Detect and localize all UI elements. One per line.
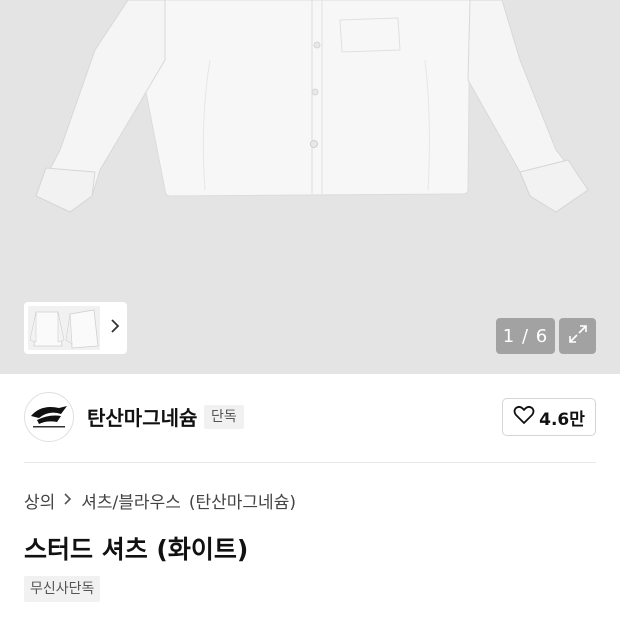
breadcrumb: 상의 셔츠/블라우스 (탄산마그네슘) — [24, 488, 296, 513]
brand-logo-mark — [31, 406, 67, 428]
thumbnail-image[interactable] — [28, 306, 100, 350]
thumbnail-shirt-photo — [29, 309, 99, 349]
like-count: 4.6만 — [539, 409, 585, 430]
chevron-right-icon — [63, 491, 73, 511]
product-image-gallery[interactable]: 1 / 6 — [0, 0, 620, 374]
breadcrumb-brand[interactable]: (탄산마그네슘) — [189, 488, 296, 513]
heart-icon — [513, 405, 535, 430]
brand-like-button[interactable]: 4.6만 — [502, 398, 596, 436]
expand-button[interactable] — [559, 318, 596, 354]
image-counter: 1 / 6 — [496, 318, 555, 354]
exclusive-tag: 무신사단독 — [24, 576, 101, 602]
breadcrumb-subcategory[interactable]: 셔츠/블라우스 — [81, 488, 181, 513]
breadcrumb-category[interactable]: 상의 — [24, 488, 55, 513]
thumbnail-strip[interactable] — [24, 302, 127, 354]
exclusive-badge: 단독 — [204, 405, 244, 429]
product-title: 스터드 셔츠 (화이트) — [24, 535, 249, 564]
brand-row: 탄산마그네슘 단독 4.6만 — [0, 374, 620, 462]
chevron-right-icon[interactable] — [109, 318, 121, 339]
brand-name[interactable]: 탄산마그네슘 — [87, 402, 197, 431]
brand-logo[interactable] — [24, 392, 74, 442]
expand-icon — [567, 323, 589, 349]
divider — [24, 462, 596, 463]
